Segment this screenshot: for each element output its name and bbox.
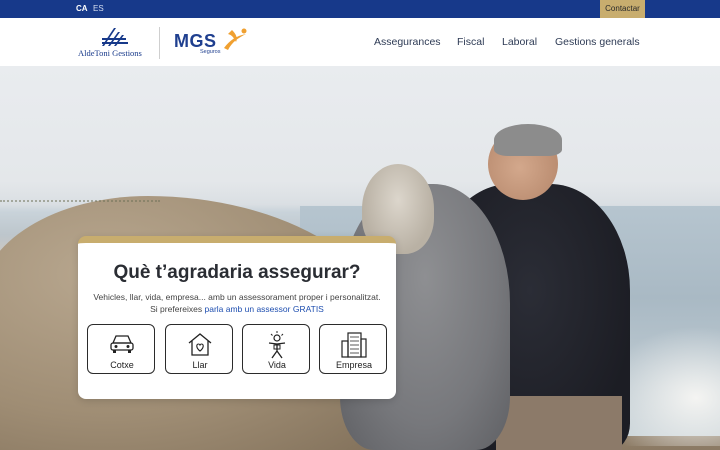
- top-bar: CA ES Contactar: [0, 0, 720, 18]
- car-icon: [110, 335, 134, 353]
- aldetoni-logo[interactable]: AldeToni Gestions: [78, 26, 148, 60]
- advisor-prefix: Si prefereixes: [150, 304, 205, 314]
- option-cotxe-label: Cotxe: [110, 360, 134, 370]
- contact-button[interactable]: Contactar: [600, 0, 645, 18]
- aldetoni-mark-icon: [102, 28, 128, 46]
- house-heart-icon: [188, 333, 212, 356]
- insurance-selector-card: Què t’agradaria assegurar? Vehicles, lla…: [78, 236, 396, 399]
- card-description: Vehicles, llar, vida, empresa... amb un …: [93, 292, 381, 302]
- option-vida-label: Vida: [268, 360, 286, 370]
- nav-fiscal[interactable]: Fiscal: [457, 36, 484, 48]
- option-vida-button[interactable]: Vida: [242, 324, 310, 374]
- aldetoni-logo-text: AldeToni Gestions: [78, 48, 142, 58]
- mgs-logo[interactable]: MGS Seguros: [174, 26, 254, 58]
- site-header: AldeToni Gestions MGS Seguros Asseguranc…: [0, 18, 720, 66]
- nav-gestions-generals[interactable]: Gestions generals: [555, 36, 640, 48]
- language-es-link[interactable]: ES: [93, 4, 104, 13]
- advisor-line: Si prefereixes parla amb un assessor GRA…: [78, 304, 396, 314]
- option-llar-label: Llar: [192, 360, 208, 370]
- mgs-swoosh-icon: [224, 28, 247, 50]
- hero-man-hair: [494, 124, 562, 156]
- language-ca-link[interactable]: CA: [76, 4, 88, 13]
- option-empresa-button[interactable]: Empresa: [319, 324, 387, 374]
- person-life-icon: [268, 331, 286, 359]
- nav-assegurances[interactable]: Assegurances: [374, 36, 441, 48]
- nav-laboral[interactable]: Laboral: [502, 36, 537, 48]
- mgs-logo-subtext: Seguros: [200, 49, 221, 55]
- hero-man-pants: [496, 396, 622, 450]
- card-title: Què t’agradaria assegurar?: [113, 262, 361, 283]
- option-llar-button[interactable]: Llar: [165, 324, 233, 374]
- advisor-link[interactable]: parla amb un assessor GRATIS: [204, 304, 323, 314]
- option-cotxe-button[interactable]: Cotxe: [87, 324, 155, 374]
- office-building-icon: [341, 332, 367, 358]
- hero-palm-trees: [0, 184, 160, 202]
- logo-divider: [159, 27, 160, 59]
- option-empresa-label: Empresa: [335, 360, 372, 370]
